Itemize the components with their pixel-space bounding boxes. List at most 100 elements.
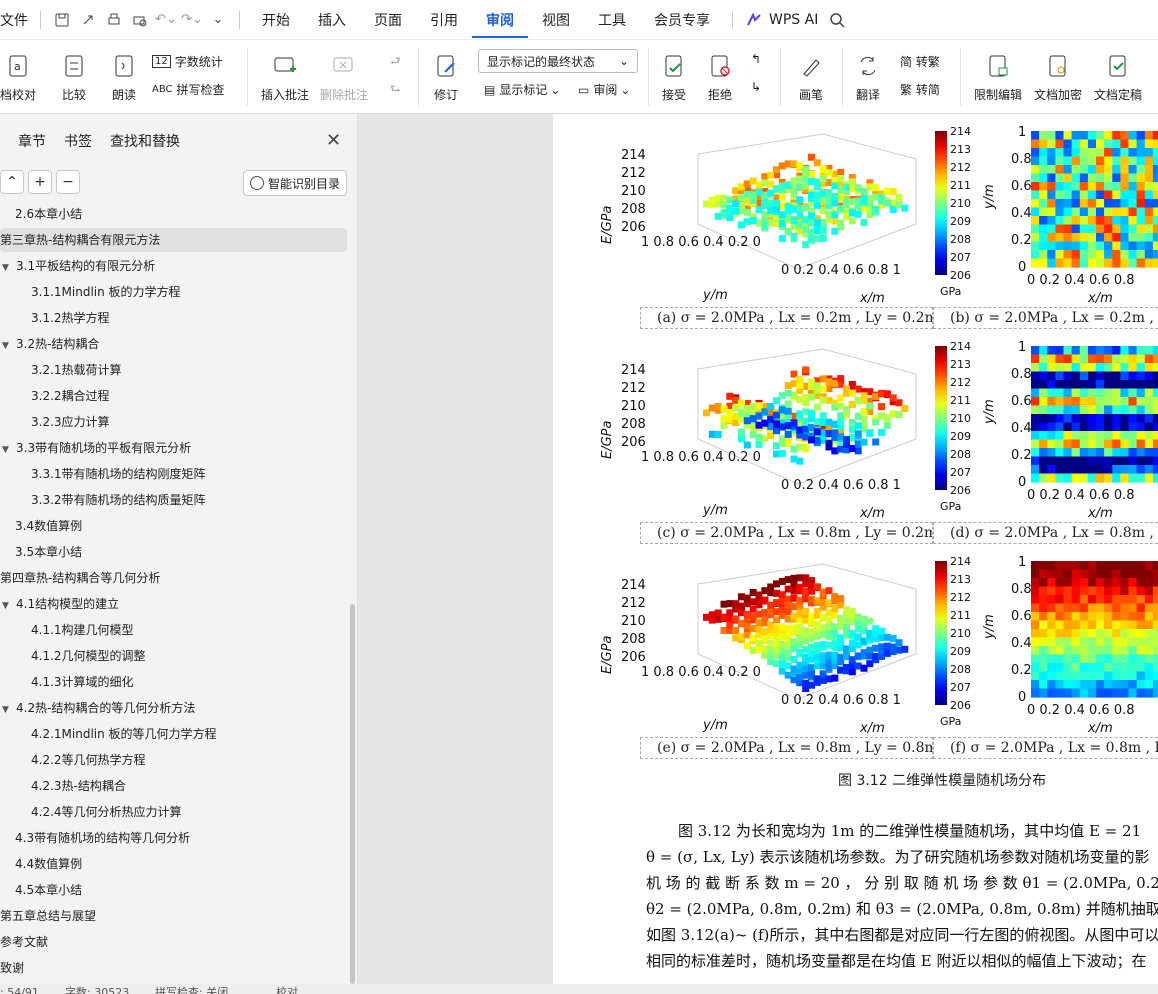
expand-triangle-icon[interactable]: ▼	[2, 256, 16, 280]
toc-item[interactable]: 4.4数值算例	[0, 852, 347, 876]
remove-heading-button[interactable]: −	[56, 170, 80, 194]
heatmap-y-tick: 0.2	[1011, 663, 1032, 678]
toc-item[interactable]: 2.6本章小结	[0, 202, 347, 226]
toc-item[interactable]: 4.5本章小结	[0, 878, 347, 902]
toc-item[interactable]: 3.4数值算例	[0, 514, 347, 538]
encrypt-button[interactable]: 文档加密	[1034, 52, 1082, 103]
toc-item[interactable]: 4.1.2几何模型的调整	[0, 644, 347, 668]
page-indicator[interactable]: : 54/91	[0, 984, 39, 994]
read-aloud-button[interactable]: 朗读	[110, 52, 138, 103]
to-traditional-button[interactable]: 简 转繁	[900, 53, 940, 70]
show-markup-button[interactable]: ▤ 显示标记 ⌄	[484, 81, 560, 98]
toc-item[interactable]: 致谢	[0, 956, 347, 980]
toc-item[interactable]: ▼ 3.2热-结构耦合	[0, 332, 347, 356]
toc-item[interactable]: 第三章热-结构耦合有限元方法	[0, 228, 347, 252]
z-tick-label: 206	[621, 435, 646, 450]
translate-button[interactable]: 翻译	[854, 52, 882, 103]
heatmap-cell	[1128, 224, 1138, 234]
delete-comment-button[interactable]: 删除批注	[320, 52, 368, 103]
toc-item[interactable]: ▼ 4.2热-结构耦合的等几何分析方法	[0, 696, 347, 720]
toc-item[interactable]: 参考文献	[0, 930, 347, 954]
prev-comment-icon[interactable]: ⮐	[390, 52, 401, 73]
menu-member[interactable]: 会员专享	[640, 10, 724, 30]
heatmap-cell	[1071, 250, 1081, 260]
word-count-status[interactable]: 字数: 30523	[65, 984, 129, 994]
toc-item[interactable]: 4.2.2等几何热学方程	[0, 748, 347, 772]
toc-item[interactable]: 3.1.2热学方程	[0, 306, 347, 330]
heatmap-cell	[1112, 139, 1122, 149]
restrict-edit-button[interactable]: 限制编辑	[974, 52, 1022, 103]
insert-comment-button[interactable]: 插入批注	[261, 52, 309, 103]
heatmap-cell	[1071, 465, 1081, 475]
smart-toc-button[interactable]: 智能识别目录	[243, 170, 347, 196]
word-count-button[interactable]: 12 字数统计	[152, 53, 223, 70]
toc-item[interactable]: 4.3带有随机场的结构等几何分析	[0, 826, 347, 850]
save-icon[interactable]	[52, 10, 72, 30]
next-change-icon[interactable]: ↳	[751, 80, 761, 94]
undo-icon[interactable]: ↶⌄	[155, 10, 177, 30]
menu-start[interactable]: 开始	[248, 10, 304, 30]
heatmap-cell	[1055, 603, 1065, 613]
search-icon[interactable]	[827, 10, 847, 30]
tab-find-replace[interactable]: 查找和替换	[110, 131, 180, 151]
toc-item[interactable]: 3.3.2带有随机场的结构质量矩阵	[0, 488, 347, 512]
close-icon[interactable]: ✕	[326, 130, 341, 151]
doc-check-button[interactable]: a 档校对	[0, 52, 36, 103]
toc-item[interactable]: 4.1.3计算域的细化	[0, 670, 347, 694]
toc-item[interactable]: 4.1.1构建几何模型	[0, 618, 347, 642]
share-icon[interactable]	[78, 10, 98, 30]
tab-bookmarks[interactable]: 书签	[64, 131, 92, 151]
heatmap-cell	[1136, 139, 1146, 149]
toc-item[interactable]: ▼ 3.3带有随机场的平板有限元分析	[0, 436, 347, 460]
tab-chapters[interactable]: 章节	[18, 131, 46, 151]
more-icon[interactable]: ⌄	[208, 10, 228, 30]
toc-item[interactable]: 3.5本章小结	[0, 540, 347, 564]
heatmap-cell	[1152, 371, 1158, 381]
pen-button[interactable]: 画笔	[797, 52, 825, 103]
menu-tools[interactable]: 工具	[584, 10, 640, 30]
toc-item[interactable]: 4.2.4等几何分析热应力计算	[0, 800, 347, 824]
review-pane-button[interactable]: ▭ 审阅 ⌄	[578, 81, 630, 98]
reject-button[interactable]: 拒绝	[706, 52, 734, 103]
toc-item[interactable]: ▼ 4.1结构模型的建立	[0, 592, 347, 616]
toc-item[interactable]: 3.1.1Mindlin 板的力学方程	[0, 280, 347, 304]
menu-view[interactable]: 视图	[528, 10, 584, 30]
spell-status[interactable]: 拼写检查: 关闭	[155, 984, 228, 994]
next-comment-icon[interactable]: ⮑	[390, 80, 401, 101]
expand-triangle-icon[interactable]: ▼	[2, 698, 16, 722]
toc-item[interactable]: 第五章总结与展望	[0, 904, 347, 928]
finalize-button[interactable]: 文档定稿	[1094, 52, 1142, 103]
print-icon[interactable]	[104, 10, 124, 30]
wps-ai-button[interactable]: WPS AI	[767, 12, 824, 28]
file-menu[interactable]: 文件	[0, 10, 32, 30]
accept-button[interactable]: 接受	[660, 52, 688, 103]
spell-check-button[interactable]: ABC 拼写检查	[152, 81, 225, 98]
redo-icon[interactable]: ↷⌄	[181, 10, 203, 30]
toc-item[interactable]: 3.2.1热载荷计算	[0, 358, 347, 382]
add-heading-button[interactable]: +	[28, 170, 52, 194]
proof-status[interactable]: 校对	[276, 984, 298, 994]
expand-triangle-icon[interactable]: ▼	[2, 334, 16, 358]
track-changes-button[interactable]: 修订	[432, 52, 460, 103]
toc-item[interactable]: ▼ 3.1平板结构的有限元分析	[0, 254, 347, 278]
print-preview-icon[interactable]	[130, 10, 150, 30]
toc-item[interactable]: 3.2.3应力计算	[0, 410, 347, 434]
toc-item[interactable]: 3.2.2耦合过程	[0, 384, 347, 408]
toc-item[interactable]: 3.3.1带有随机场的结构刚度矩阵	[0, 462, 347, 486]
collapse-button[interactable]: ⌃	[0, 170, 24, 194]
expand-triangle-icon[interactable]: ▼	[2, 594, 16, 618]
menu-page[interactable]: 页面	[360, 10, 416, 30]
expand-triangle-icon[interactable]: ▼	[2, 438, 16, 462]
to-simplified-button[interactable]: 繁 转简	[900, 81, 940, 98]
toc-item[interactable]: 4.2.3热-结构耦合	[0, 774, 347, 798]
compare-button[interactable]: 比较	[60, 52, 88, 103]
sidebar-scrollbar[interactable]	[350, 604, 355, 984]
menu-reference[interactable]: 引用	[416, 10, 472, 30]
menu-review[interactable]: 审阅	[472, 10, 528, 38]
toc-item[interactable]: 4.2.1Mindlin 板的等几何力学方程	[0, 722, 347, 746]
menu-insert[interactable]: 插入	[304, 10, 360, 30]
markup-select[interactable]: 显示标记的最终状态 ⌄	[478, 49, 638, 73]
heatmap-cell	[1104, 388, 1113, 398]
prev-change-icon[interactable]: ↰	[751, 52, 761, 66]
toc-item[interactable]: 第四章热-结构耦合等几何分析	[0, 566, 347, 590]
